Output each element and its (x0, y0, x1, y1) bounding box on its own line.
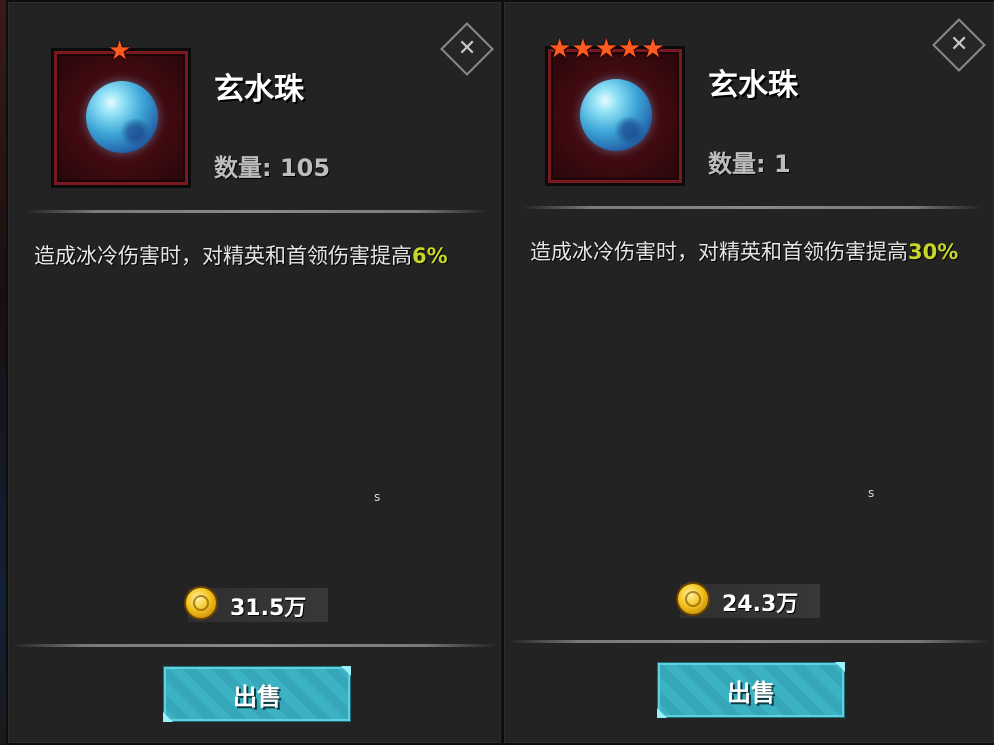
star-rating: ★★★★★ (548, 34, 665, 64)
description-text: 造成冰冷伤害时，对精英和首领伤害提高 (530, 240, 908, 264)
item-description: 造成冰冷伤害时，对精英和首领伤害提高30% (530, 234, 970, 270)
button-corner-decoration (657, 708, 667, 718)
description-text: 造成冰冷伤害时，对精英和首领伤害提高 (34, 244, 412, 268)
sell-button-label: 出售 (233, 682, 281, 711)
close-button[interactable]: ✕ (932, 18, 986, 72)
divider (522, 206, 982, 209)
water-orb-icon (86, 81, 158, 153)
button-corner-decoration (163, 712, 173, 722)
item-quantity: 数量: 1 (708, 150, 791, 178)
divider (12, 644, 497, 647)
item-detail-panel-1: ✕ ★ 玄水珠 数量: 105 造成冰冷伤害时，对精英和首领伤害提高6% s 3… (6, 0, 503, 745)
water-orb-icon (580, 79, 652, 151)
item-name: 玄水珠 (214, 72, 304, 107)
button-corner-decoration (835, 662, 845, 672)
item-detail-panel-2: ✕ ★★★★★ 玄水珠 数量: 1 造成冰冷伤害时，对精英和首领伤害提高30% … (502, 0, 994, 745)
sell-button[interactable]: 出售 (163, 666, 351, 722)
star-rating: ★ (108, 36, 132, 66)
item-description: 造成冰冷伤害时，对精英和首领伤害提高6% (34, 238, 474, 274)
sell-button-label: 出售 (727, 678, 775, 707)
stray-text: s (374, 490, 381, 504)
price-value: 31.5万 (230, 596, 307, 621)
close-button[interactable]: ✕ (440, 22, 494, 76)
item-name: 玄水珠 (708, 68, 798, 103)
sell-button[interactable]: 出售 (657, 662, 845, 718)
gold-coin-icon (184, 586, 218, 620)
item-icon-frame (51, 48, 191, 188)
gold-coin-icon (676, 582, 710, 616)
close-icon: ✕ (457, 36, 477, 61)
button-corner-decoration (341, 666, 351, 676)
sell-price: 31.5万 (184, 586, 328, 622)
description-highlight-value: 6% (412, 244, 448, 268)
sell-price: 24.3万 (676, 582, 820, 618)
price-value: 24.3万 (722, 592, 799, 617)
description-highlight-value: 30% (908, 240, 959, 264)
divider (508, 640, 990, 643)
divider (26, 210, 488, 213)
close-icon: ✕ (949, 32, 969, 57)
stray-text: s (868, 486, 875, 500)
item-quantity: 数量: 105 (214, 154, 331, 182)
item-icon-frame (545, 46, 685, 186)
